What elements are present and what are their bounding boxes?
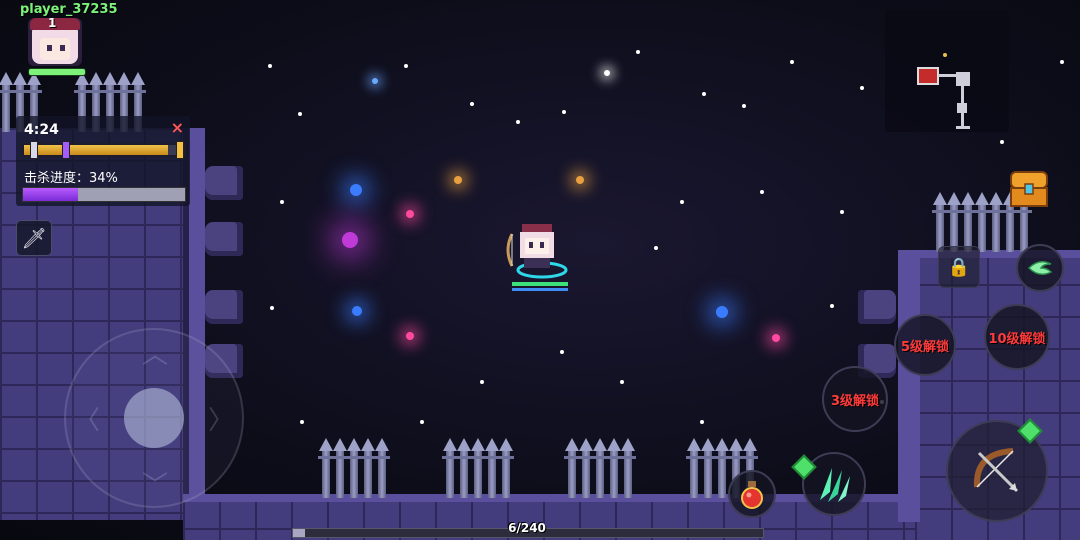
- minimap-room-current: [917, 67, 939, 85]
- wind-icon: [1027, 261, 1053, 275]
- star: [620, 380, 624, 384]
- kill-progress-bar: [22, 187, 186, 202]
- star: [404, 64, 408, 68]
- joystick-down-arrow: ﹀: [142, 471, 169, 501]
- joystick-knob[interactable]: [124, 388, 184, 448]
- star: [300, 420, 304, 424]
- star: [372, 78, 378, 84]
- star: [350, 184, 362, 196]
- player-level: 1: [48, 16, 57, 30]
- wave-marker: [30, 141, 38, 159]
- skill-unlock-label: 5级解锁: [900, 339, 950, 355]
- player-hp-bar: [28, 68, 86, 76]
- kill-progress-label: 击杀进度：34%: [24, 171, 118, 186]
- xp-text: 6/240: [508, 521, 546, 535]
- lock-icon: 🔒: [947, 256, 971, 278]
- skill-unlock-label: 10级解锁: [988, 331, 1046, 347]
- joystick-up-arrow: ︿: [142, 340, 169, 370]
- star: [562, 110, 566, 114]
- spike-fence: [564, 438, 636, 498]
- player-character: [506, 224, 568, 291]
- wall-pillar: [205, 166, 243, 200]
- star: [280, 200, 284, 204]
- star: [716, 306, 728, 318]
- star: [840, 210, 844, 214]
- right-wall-edge: [898, 252, 920, 522]
- star: [406, 332, 414, 340]
- spike-fence: [442, 438, 514, 498]
- wave-marker-end: [176, 141, 184, 159]
- star: [772, 334, 780, 342]
- minimap-corridor: [961, 113, 964, 127]
- spike-fence: [318, 438, 390, 498]
- treasure-chest[interactable]: [1008, 168, 1050, 210]
- bow-icon: [973, 448, 1019, 493]
- wave-timer: 4:24: [24, 122, 59, 138]
- star: [268, 64, 272, 68]
- minimap-corridor: [961, 86, 964, 104]
- spike-fence: [932, 192, 1032, 252]
- star: [1000, 140, 1004, 144]
- star: [576, 176, 584, 184]
- star: [790, 60, 794, 64]
- joystick-right-arrow: 〉: [207, 406, 234, 436]
- wall-pillar: [858, 290, 896, 324]
- wall-pillar: [205, 222, 243, 256]
- star: [342, 232, 358, 248]
- game-viewport[interactable]: player_37235 1 4:24 × 击杀进度：34% 🗡 ︿ ﹀ 〈 〉…: [0, 0, 1080, 540]
- star: [560, 350, 564, 354]
- wall-pillar: [205, 290, 243, 324]
- star: [860, 86, 864, 90]
- star: [760, 190, 764, 194]
- star: [270, 306, 274, 310]
- movement-joystick[interactable]: ︿ ﹀ 〈 〉: [64, 328, 244, 508]
- wave-progress-bar: [22, 141, 186, 159]
- star: [654, 246, 658, 250]
- star: [636, 50, 640, 54]
- star: [480, 380, 484, 384]
- sword-icon: 🗡: [21, 226, 47, 250]
- star: [352, 306, 362, 316]
- star: [406, 210, 414, 218]
- star: [700, 420, 704, 424]
- locked-item-slot[interactable]: 🔒: [938, 246, 980, 288]
- weapon-slot[interactable]: 🗡: [16, 220, 52, 256]
- health-potion-icon: [741, 481, 763, 509]
- wave-progress-fill: [24, 145, 168, 155]
- skill-slot-lvl5[interactable]: 5级解锁: [894, 314, 956, 376]
- star: [830, 304, 834, 308]
- minimap-room: [956, 72, 970, 86]
- minimap-corridor: [938, 74, 958, 77]
- star: [604, 70, 610, 76]
- star: [516, 120, 520, 124]
- close-icon[interactable]: ×: [171, 118, 184, 137]
- kill-progress-fill: [23, 188, 79, 201]
- star: [420, 420, 424, 424]
- star: [702, 92, 706, 96]
- star: [742, 104, 746, 108]
- player-name: player_37235: [20, 2, 118, 17]
- skill-dash-button[interactable]: [1016, 244, 1064, 292]
- star: [298, 112, 302, 116]
- star: [454, 176, 462, 184]
- star: [470, 102, 474, 106]
- potion-button[interactable]: [728, 470, 776, 518]
- claw-slash-icon: [820, 468, 850, 502]
- star: [1060, 60, 1064, 64]
- minimap-exit: [956, 126, 970, 129]
- wave-marker-boss: [62, 141, 70, 159]
- wave-panel: 4:24 × 击杀进度：34%: [16, 116, 190, 206]
- joystick-left-arrow: 〈: [74, 406, 101, 436]
- star: [680, 200, 684, 204]
- minimap-room: [957, 103, 967, 113]
- minimap[interactable]: [885, 10, 1009, 132]
- skill-slot-lvl3[interactable]: 3级解锁: [822, 366, 888, 432]
- skill-slot-lvl10[interactable]: 10级解锁: [984, 304, 1050, 370]
- skill-unlock-label: 3级解锁: [830, 393, 880, 409]
